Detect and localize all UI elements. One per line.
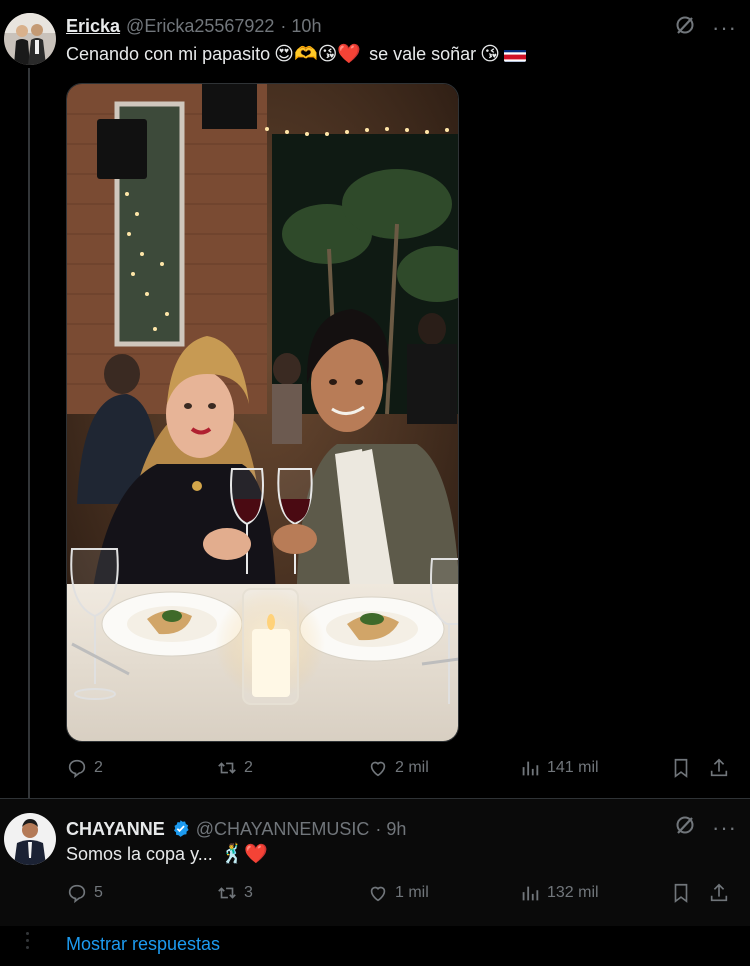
repost-count: 3 bbox=[244, 884, 253, 901]
photo-illustration bbox=[67, 84, 458, 741]
reply-display-name[interactable]: CHAYANNE bbox=[66, 819, 165, 840]
repost-button[interactable]: 3 bbox=[216, 882, 253, 904]
reply-corner-actions: ··· bbox=[674, 814, 737, 841]
verified-badge-icon bbox=[171, 819, 190, 838]
heart-icon bbox=[370, 761, 386, 777]
more-options-icon[interactable]: ··· bbox=[712, 16, 737, 39]
like-count: 1 mil bbox=[395, 884, 429, 901]
reply-emojis: 🕺❤️ bbox=[220, 843, 269, 865]
repost-button[interactable]: 2 bbox=[216, 757, 253, 779]
like-count: 2 mil bbox=[395, 759, 429, 776]
post-text-main: Cenando con mi papasito bbox=[66, 44, 271, 64]
bookmark-button[interactable] bbox=[670, 757, 692, 779]
post-corner-actions: ··· bbox=[674, 14, 737, 41]
views-count: 132 mil bbox=[547, 884, 599, 901]
reply-text-main: Somos la copa y... bbox=[66, 844, 213, 864]
more-options-icon[interactable]: ··· bbox=[712, 816, 737, 839]
post-text-secondary: se vale soñar bbox=[369, 44, 477, 64]
reply-avatar[interactable] bbox=[4, 813, 56, 865]
avatar[interactable] bbox=[4, 13, 56, 65]
repost-icon bbox=[218, 887, 236, 899]
reply-count: 5 bbox=[94, 884, 103, 901]
reply-handle[interactable]: @CHAYANNEMUSIC bbox=[196, 819, 370, 840]
repost-icon bbox=[218, 762, 236, 774]
costa-rica-flag-icon bbox=[503, 48, 526, 62]
post-text: Cenando con mi papasito 😍🫶😘❤️ se vale so… bbox=[66, 44, 526, 65]
share-icon bbox=[710, 883, 728, 902]
post-action-bar: 2 2 2 mil 141 mil bbox=[66, 757, 736, 787]
bookmark-button[interactable] bbox=[670, 882, 692, 904]
views-button[interactable]: 132 mil bbox=[519, 882, 599, 904]
bookmark-icon bbox=[674, 883, 688, 903]
views-button[interactable]: 141 mil bbox=[519, 757, 599, 779]
repost-count: 2 bbox=[244, 759, 253, 776]
reply-count: 2 bbox=[94, 759, 103, 776]
post-media-photo[interactable] bbox=[66, 83, 459, 742]
share-button[interactable] bbox=[708, 882, 730, 904]
divider bbox=[0, 798, 750, 799]
views-count: 141 mil bbox=[547, 759, 599, 776]
thread-continuation-dots bbox=[26, 932, 32, 949]
views-icon bbox=[522, 886, 539, 901]
thread-line bbox=[28, 68, 30, 798]
reply-icon bbox=[68, 759, 86, 779]
share-icon bbox=[710, 758, 728, 777]
display-name[interactable]: Ericka bbox=[66, 16, 120, 37]
views-icon bbox=[522, 761, 539, 776]
handle[interactable]: @Ericka25567922 bbox=[126, 16, 274, 37]
heart-icon bbox=[370, 886, 386, 902]
post-header: Ericka @Ericka25567922 · 10h bbox=[66, 16, 321, 37]
reply-action-bar: 5 3 1 mil 132 mil bbox=[66, 882, 736, 912]
like-button[interactable]: 2 mil bbox=[367, 757, 429, 779]
grok-icon[interactable] bbox=[674, 14, 696, 41]
reply-icon bbox=[68, 884, 86, 904]
reply-button[interactable]: 5 bbox=[66, 882, 103, 904]
reply-text: Somos la copa y... 🕺❤️ bbox=[66, 844, 268, 865]
bookmark-icon bbox=[674, 758, 688, 778]
reply-header: CHAYANNE @CHAYANNEMUSIC · 9h bbox=[66, 816, 406, 840]
share-button[interactable] bbox=[708, 757, 730, 779]
reply-button[interactable]: 2 bbox=[66, 757, 103, 779]
post-emoji-trailing: 😘 bbox=[480, 43, 500, 65]
post-emojis: 😍🫶😘❤️ bbox=[274, 43, 362, 65]
like-button[interactable]: 1 mil bbox=[367, 882, 429, 904]
reply-timestamp[interactable]: · 9h bbox=[375, 819, 406, 840]
grok-icon[interactable] bbox=[674, 814, 696, 841]
show-replies-link[interactable]: Mostrar respuestas bbox=[66, 934, 220, 955]
timestamp[interactable]: · 10h bbox=[280, 16, 321, 37]
